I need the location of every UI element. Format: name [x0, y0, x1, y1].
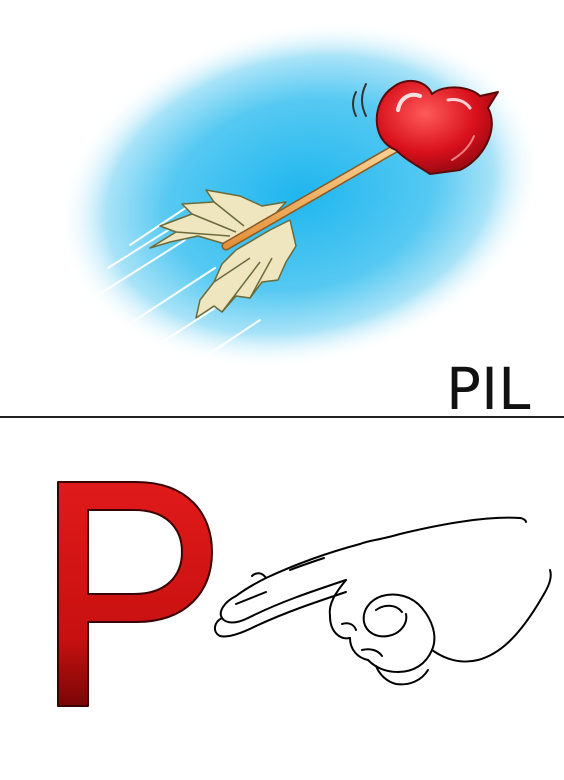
picture-panel: PIL — [0, 0, 564, 423]
alphabet-card: PIL — [0, 0, 564, 780]
arrow-with-heart-icon — [57, 21, 543, 369]
letter-p-graphic — [57, 481, 213, 707]
word-label: PIL — [446, 355, 531, 423]
hand-sign-p-icon — [214, 516, 552, 686]
